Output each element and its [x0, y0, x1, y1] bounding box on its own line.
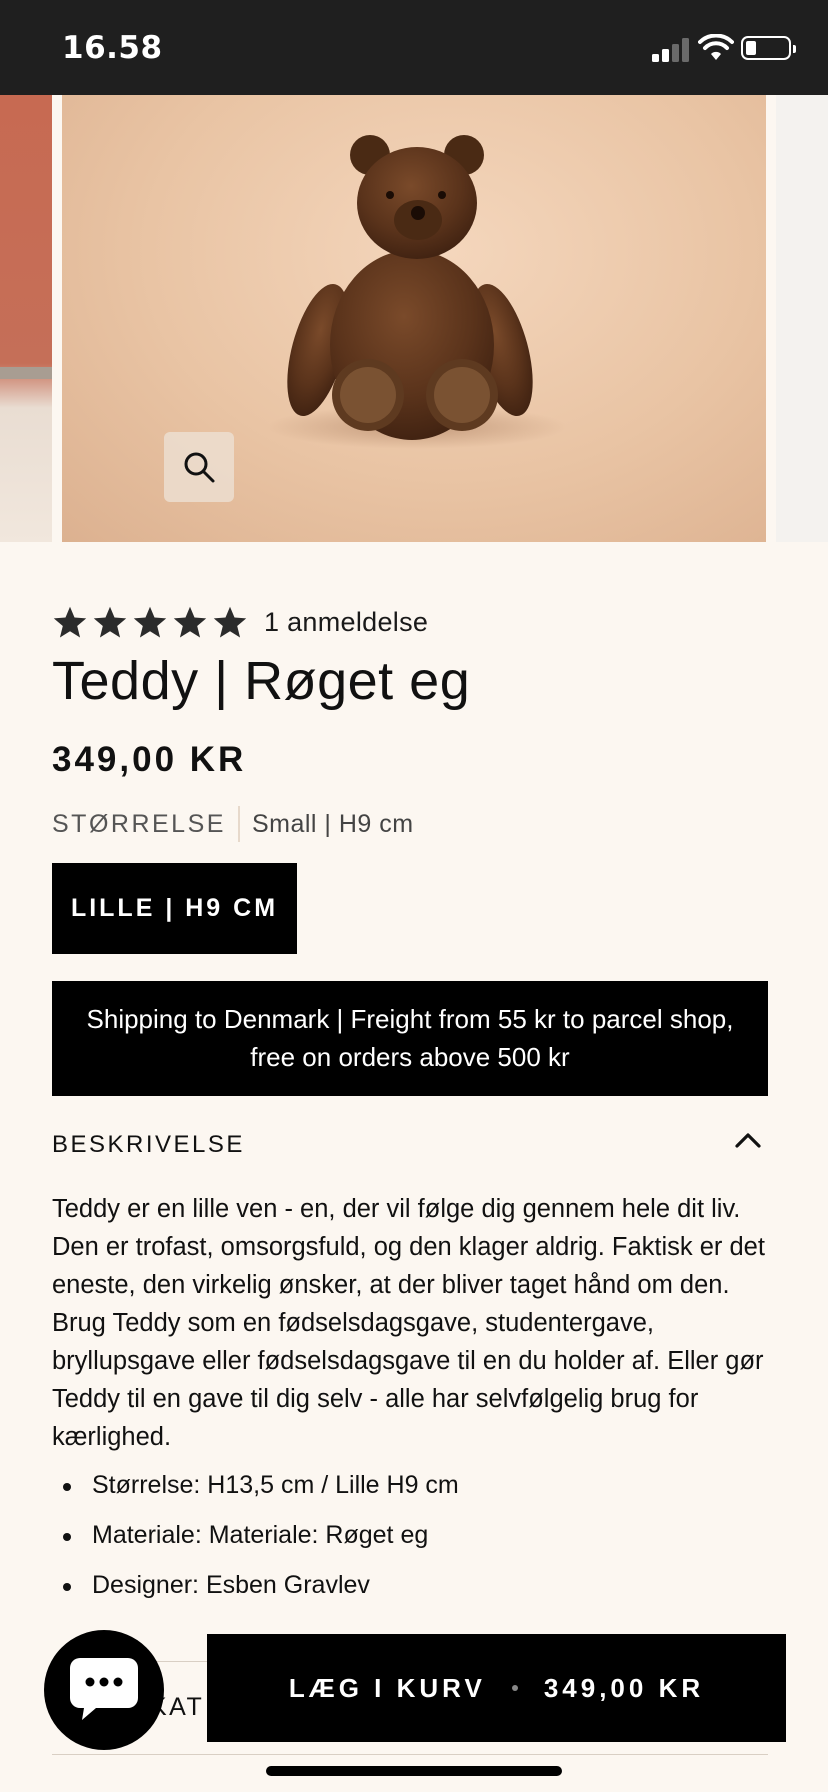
next-product-image[interactable] — [776, 95, 828, 542]
battery-icon — [741, 36, 796, 60]
product-title: Teddy | Røget eg — [52, 651, 471, 711]
chevron-up-icon — [735, 1133, 761, 1148]
description-heading: BESKRIVELSE — [52, 1131, 245, 1158]
zoom-button[interactable] — [164, 432, 234, 502]
spec-size: Størrelse: H13,5 cm / Lille H9 cm — [52, 1471, 459, 1521]
product-price: 349,00 KR — [52, 740, 247, 779]
star-icon — [213, 606, 247, 638]
add-to-cart-price: 349,00 KR — [543, 1672, 705, 1703]
chat-button[interactable] — [44, 1630, 164, 1750]
wifi-icon — [698, 34, 734, 60]
signal-icon — [652, 36, 692, 62]
add-to-cart-button[interactable]: LÆG I KURV 349,00 KR — [207, 1634, 786, 1742]
home-indicator[interactable] — [266, 1766, 562, 1776]
shipping-line-2: free on orders above 500 kr — [250, 1042, 570, 1072]
size-selector-header: STØRRELSE Small | H9 cm — [52, 806, 414, 842]
chat-bubble-icon — [70, 1658, 138, 1720]
size-option-small[interactable]: LILLE | H9 CM — [52, 863, 297, 954]
shipping-banner: Shipping to Denmark | Freight from 55 kr… — [52, 981, 768, 1096]
description-accordion-header[interactable]: BESKRIVELSE — [52, 1126, 768, 1166]
size-divider — [237, 806, 240, 842]
size-label: STØRRELSE — [52, 809, 226, 838]
description-text: Teddy er en lille ven - en, der vil følg… — [52, 1195, 765, 1451]
spec-list: Størrelse: H13,5 cm / Lille H9 cm Materi… — [52, 1471, 459, 1621]
selected-size-value: Small | H9 cm — [251, 809, 414, 838]
star-icon — [133, 606, 167, 638]
product-gallery[interactable] — [0, 95, 828, 542]
star-icon — [93, 606, 127, 638]
spec-material: Materiale: Materiale: Røget eg — [52, 1521, 459, 1571]
rating[interactable]: 1 anmeldelse — [52, 602, 428, 642]
previous-product-image[interactable] — [0, 95, 52, 542]
shipping-line-1: Shipping to Denmark | Freight from 55 kr… — [86, 1004, 734, 1034]
star-icon — [173, 606, 207, 638]
status-time: 16.58 — [62, 30, 163, 66]
status-bar: 16.58 — [0, 0, 828, 95]
section-divider — [52, 1754, 768, 1755]
review-count-link[interactable]: 1 anmeldelse — [264, 607, 428, 638]
add-to-cart-label: LÆG I KURV — [288, 1672, 486, 1703]
star-icon — [53, 606, 87, 638]
product-image[interactable] — [62, 95, 766, 542]
spec-designer: Designer: Esben Gravlev — [52, 1571, 459, 1621]
separator-dot — [511, 1685, 518, 1691]
magnifier-icon — [184, 452, 215, 483]
